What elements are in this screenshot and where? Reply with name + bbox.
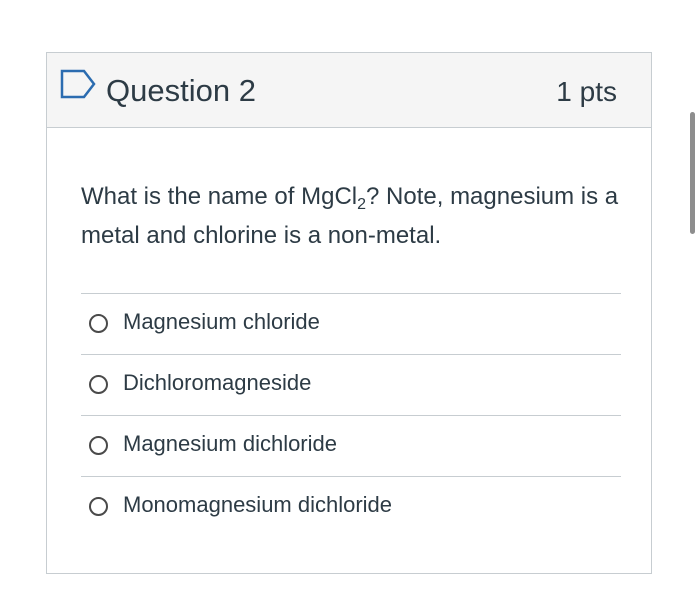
answer-label[interactable]: Monomagnesium dichloride [123, 490, 392, 520]
answer-list: Magnesium chloride Dichloromagneside Mag… [81, 293, 621, 537]
formula-subscript: 2 [357, 196, 367, 213]
answer-option-dichloromagneside[interactable]: Dichloromagneside [81, 354, 621, 415]
scrollbar-thumb[interactable] [690, 112, 695, 234]
question-header: Question 2 1 pts [47, 53, 651, 128]
answer-option-magnesium-dichloride[interactable]: Magnesium dichloride [81, 415, 621, 476]
question-card: Question 2 1 pts What is the name of MgC… [46, 52, 652, 574]
question-text: What is the name of MgCl2? Note, magnesi… [81, 177, 621, 255]
answer-label[interactable]: Magnesium chloride [123, 307, 320, 337]
answer-option-magnesium-chloride[interactable]: Magnesium chloride [81, 293, 621, 354]
question-points: 1 pts [556, 76, 617, 107]
answer-option-monomagnesium-dichloride[interactable]: Monomagnesium dichloride [81, 476, 621, 537]
answer-label[interactable]: Dichloromagneside [123, 368, 311, 398]
answer-label[interactable]: Magnesium dichloride [123, 429, 337, 459]
question-title: Question 2 [106, 73, 256, 108]
flag-icon[interactable] [60, 69, 96, 99]
radio-unchecked-icon[interactable] [89, 314, 108, 333]
radio-unchecked-icon[interactable] [89, 375, 108, 394]
radio-unchecked-icon[interactable] [89, 497, 108, 516]
radio-unchecked-icon[interactable] [89, 436, 108, 455]
question-text-start: What is the name of MgCl [81, 183, 358, 210]
